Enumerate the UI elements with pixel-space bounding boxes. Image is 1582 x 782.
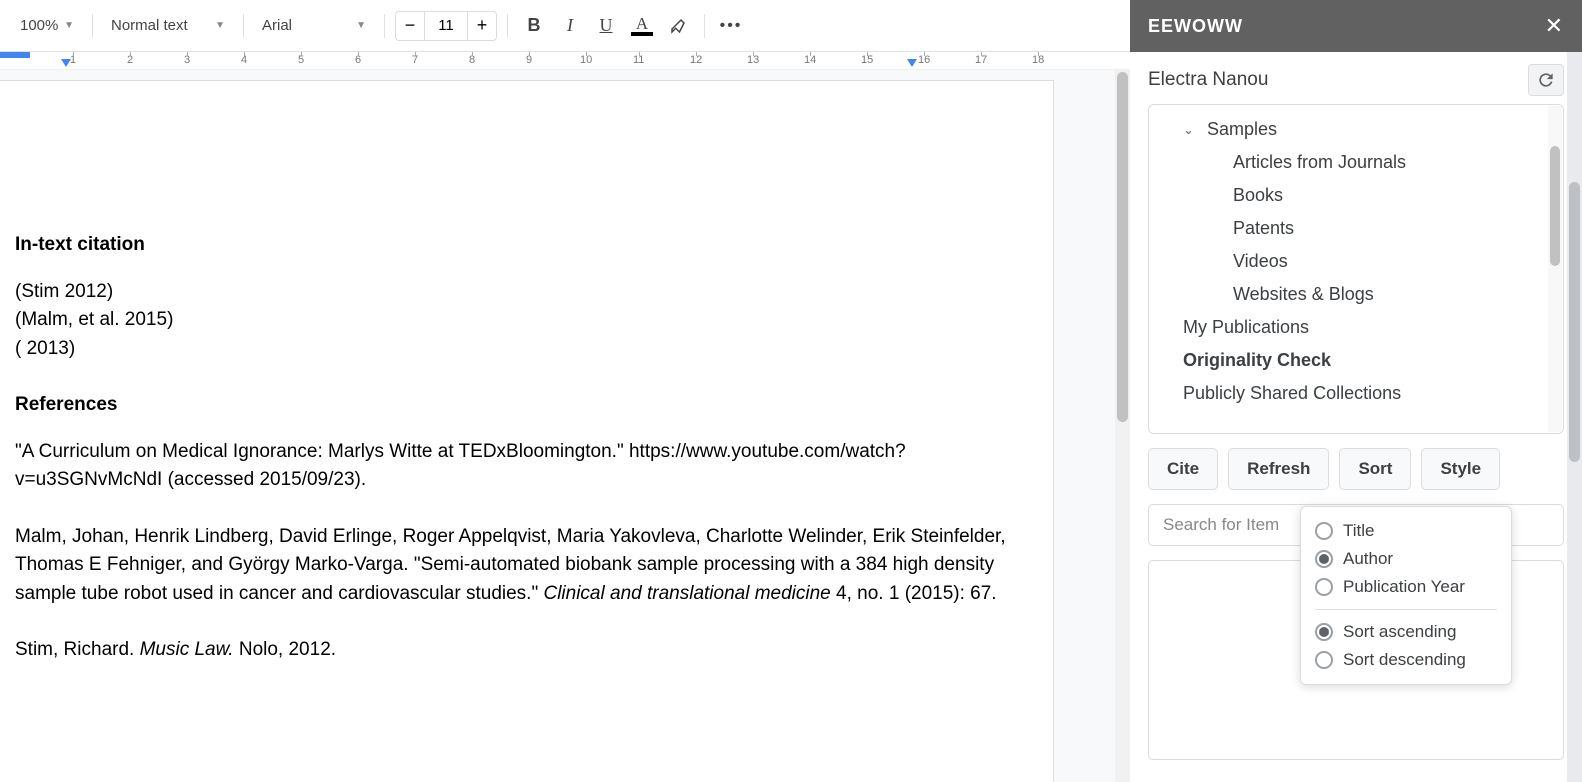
- style-button[interactable]: Style: [1421, 448, 1500, 490]
- chevron-down-icon: ▼: [356, 20, 366, 31]
- ruler-tick: 1: [70, 54, 76, 66]
- heading-intext: In-text citation: [15, 231, 1033, 260]
- reference-entry: Stim, Richard. Music Law. Nolo, 2012.: [15, 636, 1033, 665]
- ruler-tick: 3: [184, 54, 190, 66]
- sidebar-user-row: Electra Nanou: [1130, 52, 1582, 104]
- sort-option-desc[interactable]: Sort descending: [1315, 646, 1497, 674]
- citation-line: (Malm, et al. 2015): [15, 306, 1033, 335]
- decrease-font-button[interactable]: −: [395, 11, 425, 41]
- sort-option-asc[interactable]: Sort ascending: [1315, 618, 1497, 646]
- ruler-tick: 16: [918, 54, 930, 66]
- text-color-button[interactable]: A: [626, 10, 658, 42]
- more-options-button[interactable]: •••: [715, 10, 747, 42]
- ruler-tick: 17: [975, 54, 987, 66]
- radio-icon: [1315, 522, 1333, 540]
- close-icon[interactable]: ✕: [1545, 13, 1564, 39]
- ruler-tick: 4: [241, 54, 247, 66]
- separator: [384, 14, 385, 38]
- tree-node-videos[interactable]: Videos: [1149, 245, 1563, 278]
- tree-node-samples[interactable]: ⌄Samples: [1149, 113, 1563, 146]
- sidebar-header: EEWOWW ✕: [1130, 0, 1582, 52]
- tree-scrollbar[interactable]: [1548, 106, 1562, 432]
- font-size-input[interactable]: 11: [425, 11, 467, 41]
- scrollbar-thumb[interactable]: [1550, 146, 1560, 266]
- chevron-down-icon: ⌄: [1183, 122, 1199, 138]
- document-scrollbar[interactable]: [1115, 70, 1130, 782]
- radio-icon: [1315, 578, 1333, 596]
- tree-node-shared-collections[interactable]: Publicly Shared Collections: [1149, 377, 1563, 410]
- separator: [92, 14, 93, 38]
- collections-tree: ⌄Samples Articles from Journals Books Pa…: [1148, 104, 1564, 434]
- cite-button[interactable]: Cite: [1148, 448, 1218, 490]
- chevron-down-icon: ▼: [215, 20, 225, 31]
- scrollbar-thumb[interactable]: [1117, 72, 1128, 422]
- ruler-tick: 8: [469, 54, 475, 66]
- increase-font-button[interactable]: +: [467, 11, 497, 41]
- sort-menu-popup: Title Author Publication Year Sort ascen…: [1300, 506, 1512, 685]
- separator: [1315, 609, 1497, 610]
- italic-button[interactable]: I: [554, 10, 586, 42]
- ruler-tick: 18: [1032, 54, 1044, 66]
- sort-option-pubyear[interactable]: Publication Year: [1315, 573, 1497, 601]
- separator: [507, 14, 508, 38]
- ruler-tick: 11: [633, 54, 644, 66]
- ruler-tick: 13: [747, 54, 759, 66]
- refresh-icon: [1536, 70, 1556, 90]
- sidebar-scrollbar[interactable]: [1567, 52, 1582, 782]
- sort-button[interactable]: Sort: [1339, 448, 1411, 490]
- font-family-dropdown[interactable]: Arial▼: [254, 10, 374, 42]
- ruler-tick: 15: [861, 54, 873, 66]
- highlight-button[interactable]: [662, 10, 694, 42]
- paragraph-style-dropdown[interactable]: Normal text▼: [103, 10, 233, 42]
- chevron-down-icon: ▼: [64, 20, 74, 31]
- tree-node-originality-check[interactable]: Originality Check: [1149, 344, 1563, 377]
- ruler-tick: 7: [412, 54, 418, 66]
- document-area: In-text citation (Stim 2012) (Malm, et a…: [0, 70, 1130, 782]
- sort-option-title[interactable]: Title: [1315, 517, 1497, 545]
- ruler-tick: 10: [580, 54, 592, 66]
- refresh-icon-button[interactable]: [1528, 64, 1564, 96]
- ruler-tick: 14: [804, 54, 816, 66]
- ruler-margin-indicator: [0, 52, 30, 58]
- zoom-dropdown[interactable]: 100%▼: [12, 10, 82, 42]
- bold-button[interactable]: B: [518, 10, 550, 42]
- sort-option-author[interactable]: Author: [1315, 545, 1497, 573]
- reference-entry: Malm, Johan, Henrik Lindberg, David Erli…: [15, 523, 1033, 609]
- separator: [704, 14, 705, 38]
- reference-entry: "A Curriculum on Medical Ignorance: Marl…: [15, 438, 1033, 495]
- citation-line: ( 2013): [15, 335, 1033, 364]
- heading-references: References: [15, 391, 1033, 420]
- document-page[interactable]: In-text citation (Stim 2012) (Malm, et a…: [0, 80, 1054, 782]
- right-indent-marker[interactable]: [906, 58, 918, 68]
- refresh-button[interactable]: Refresh: [1228, 448, 1329, 490]
- ruler-tick: 6: [355, 54, 361, 66]
- tree-node-my-publications[interactable]: My Publications: [1149, 311, 1563, 344]
- tree-node-websites[interactable]: Websites & Blogs: [1149, 278, 1563, 311]
- underline-button[interactable]: U: [590, 10, 622, 42]
- sidebar-action-buttons: Cite Refresh Sort Style: [1148, 448, 1564, 490]
- radio-icon: [1315, 550, 1333, 568]
- tree-node-articles[interactable]: Articles from Journals: [1149, 146, 1563, 179]
- tree-node-patents[interactable]: Patents: [1149, 212, 1563, 245]
- tree-node-books[interactable]: Books: [1149, 179, 1563, 212]
- ruler-tick: 12: [690, 54, 702, 66]
- ruler-tick: 5: [298, 54, 304, 66]
- ruler-tick: 2: [127, 54, 133, 66]
- sidebar-title: EEWOWW: [1148, 16, 1243, 37]
- radio-icon: [1315, 623, 1333, 641]
- user-name: Electra Nanou: [1148, 69, 1268, 91]
- radio-icon: [1315, 651, 1333, 669]
- separator: [243, 14, 244, 38]
- citation-line: (Stim 2012): [15, 278, 1033, 307]
- scrollbar-thumb[interactable]: [1569, 182, 1580, 462]
- font-size-group: − 11 +: [395, 11, 497, 41]
- ruler-tick: 9: [526, 54, 532, 66]
